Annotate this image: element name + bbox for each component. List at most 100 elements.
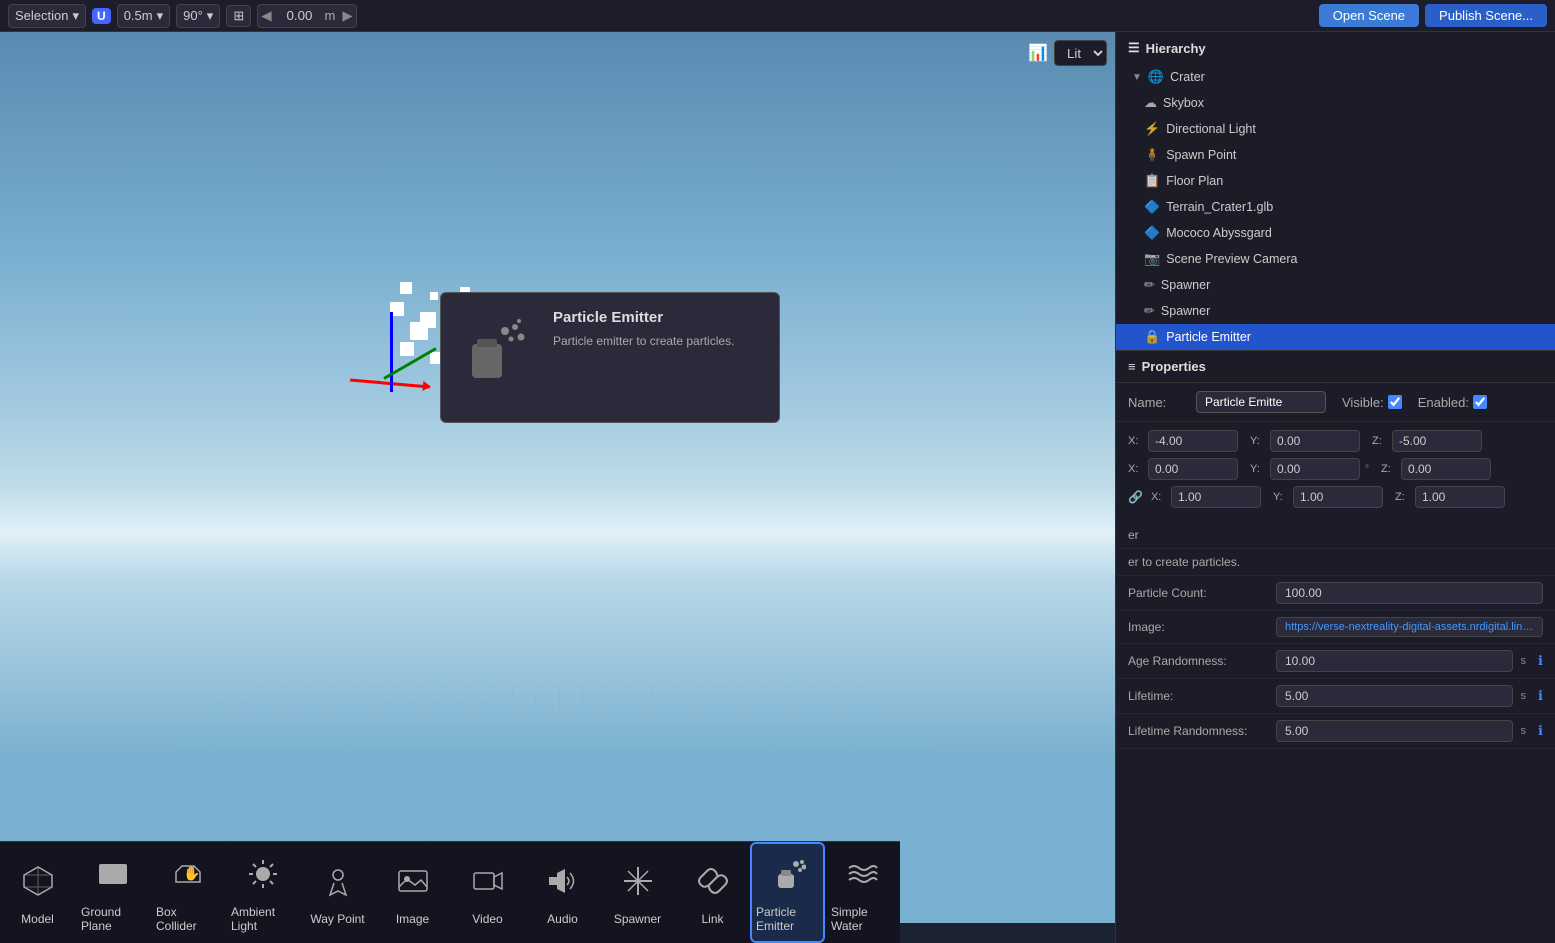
scale-row: 🔗 X: Y: Z: xyxy=(1128,486,1543,508)
tool-palette: ModelGround Plane✋Box ColliderAmbient Li… xyxy=(0,841,900,943)
lifetime-rand-input[interactable] xyxy=(1276,720,1513,742)
hierarchy-item-spawn-point[interactable]: 🧍Spawn Point xyxy=(1116,142,1555,168)
video-icon xyxy=(470,863,506,906)
chart-icon: 📊 xyxy=(1028,43,1048,63)
name-label: Name: xyxy=(1128,395,1188,410)
tooltip-description: Particle emitter to create particles. xyxy=(553,334,734,348)
properties-header: ≡ Properties xyxy=(1116,351,1555,383)
hierarchy-item-skybox[interactable]: ☁Skybox xyxy=(1116,90,1555,116)
viewport-canvas: 📊 Lit xyxy=(0,32,1115,943)
tool-label-way-point: Way Point xyxy=(310,912,364,926)
tool-item-link[interactable]: Link xyxy=(675,842,750,943)
age-rand-input[interactable] xyxy=(1276,650,1513,672)
scale-y-input[interactable] xyxy=(1293,486,1383,508)
selection-dropdown[interactable]: Selection ▾ xyxy=(8,4,86,28)
chevron-down-icon: ▾ xyxy=(207,8,214,24)
pos-x-input[interactable] xyxy=(1148,430,1238,452)
tool-label-audio: Audio xyxy=(547,912,578,926)
grid-value-input[interactable] xyxy=(274,8,324,23)
particle-count-input[interactable] xyxy=(1276,582,1543,604)
audio-icon xyxy=(545,863,581,906)
hierarchy-item-mococo-abyssgard[interactable]: 🔷Mococo Abyssgard xyxy=(1116,220,1555,246)
box-collider-icon: ✋ xyxy=(170,856,206,899)
tool-item-particle-emitter[interactable]: Particle Emitter xyxy=(750,842,825,943)
name-input[interactable] xyxy=(1196,391,1326,413)
hierarchy-item-directional-light[interactable]: ⚡Directional Light xyxy=(1116,116,1555,142)
angle-label: 90° xyxy=(183,8,203,23)
prop-name-row: Name: Visible: Enabled: xyxy=(1116,383,1555,422)
hierarchy-item-particle-emitter[interactable]: 🔒 Particle Emitter xyxy=(1116,324,1555,350)
hierarchy-item-icon: ☁ xyxy=(1144,95,1157,111)
tool-item-simple-water[interactable]: Simple Water xyxy=(825,842,900,943)
lifetime-rand-unit: s xyxy=(1521,725,1527,737)
scale-x-input[interactable] xyxy=(1171,486,1261,508)
hierarchy-item-scene-preview-camera[interactable]: 📷Scene Preview Camera xyxy=(1116,246,1555,272)
viewport[interactable]: 📊 Lit | [Q] Rotate Left | [E] Rotate Rig… xyxy=(0,32,1115,943)
image-input[interactable]: https://verse-nextreality-digital-assets… xyxy=(1276,617,1543,637)
age-rand-row: Age Randomness: s ℹ xyxy=(1116,644,1555,679)
tool-item-audio[interactable]: Audio xyxy=(525,842,600,943)
grid-decrement-button[interactable]: ◀ xyxy=(258,8,274,24)
pos-x-label: X: xyxy=(1128,435,1144,447)
angle-dropdown[interactable]: 90° ▾ xyxy=(176,4,220,28)
tool-item-box-collider[interactable]: ✋Box Collider xyxy=(150,842,225,943)
selection-label: Selection xyxy=(15,8,68,23)
properties-panel: ≡ Properties Name: Visible: Enabled: xyxy=(1116,351,1555,943)
tool-item-video[interactable]: Video xyxy=(450,842,525,943)
toolbar: Selection ▾ U 0.5m ▾ 90° ▾ ⊞ ◀ m ▶ Open … xyxy=(0,0,1555,32)
tool-label-video: Video xyxy=(472,912,502,926)
lifetime-unit: s xyxy=(1521,690,1527,702)
enabled-label: Enabled: xyxy=(1418,395,1469,410)
tool-label-spawner: Spawner xyxy=(614,912,661,926)
publish-scene-button[interactable]: Publish Scene... xyxy=(1425,4,1547,27)
scale-y-label: Y: xyxy=(1273,491,1289,503)
tool-item-ambient-light[interactable]: Ambient Light xyxy=(225,842,300,943)
open-scene-button[interactable]: Open Scene xyxy=(1319,4,1419,27)
hierarchy-item-crater[interactable]: ▼🌐Crater xyxy=(1116,64,1555,90)
tool-label-simple-water: Simple Water xyxy=(831,905,894,933)
hierarchy-item-terrain_crater1.glb[interactable]: 🔷Terrain_Crater1.glb xyxy=(1116,194,1555,220)
lit-dropdown[interactable]: Lit xyxy=(1054,40,1107,66)
rot-x-input[interactable] xyxy=(1148,458,1238,480)
visible-checkbox[interactable] xyxy=(1388,395,1402,409)
rot-y-suffix: ° xyxy=(1365,464,1369,475)
rot-x-label: X: xyxy=(1128,463,1144,475)
age-rand-unit: s xyxy=(1521,655,1527,667)
tool-item-ground-plane[interactable]: Ground Plane xyxy=(75,842,150,943)
tool-item-image[interactable]: Image xyxy=(375,842,450,943)
tooltip-title: Particle Emitter xyxy=(553,309,734,326)
pos-y-input[interactable] xyxy=(1270,430,1360,452)
scale-z-input[interactable] xyxy=(1415,486,1505,508)
tool-item-spawner[interactable]: Spawner xyxy=(600,842,675,943)
collapse-arrow[interactable]: ▼ xyxy=(1132,72,1142,83)
hierarchy-item-icon: 🔒 xyxy=(1144,329,1160,345)
lifetime-label: Lifetime: xyxy=(1128,689,1268,703)
grid-button[interactable]: ⊞ xyxy=(226,5,251,27)
hierarchy-item-spawner[interactable]: ✏Spawner xyxy=(1116,298,1555,324)
hierarchy-item-label: Spawn Point xyxy=(1166,148,1236,162)
distance-label: 0.5m xyxy=(124,8,153,23)
hierarchy-item-label: Particle Emitter xyxy=(1166,330,1251,344)
distance-dropdown[interactable]: 0.5m ▾ xyxy=(117,4,170,28)
spawner-icon xyxy=(620,863,656,906)
grid-increment-button[interactable]: ▶ xyxy=(339,8,355,24)
tool-item-model[interactable]: Model xyxy=(0,842,75,943)
hierarchy-header: ☰ Hierarchy xyxy=(1116,32,1555,64)
hierarchy-item-spawner[interactable]: ✏Spawner xyxy=(1116,272,1555,298)
y-axis-arrow xyxy=(390,312,393,392)
rot-z-input[interactable] xyxy=(1401,458,1491,480)
hierarchy-item-icon: ✏ xyxy=(1144,277,1155,293)
rotation-row: X: Y: ° Z: xyxy=(1128,458,1543,480)
desc-long-text: er to create particles. xyxy=(1128,555,1268,569)
tool-item-way-point[interactable]: Way Point xyxy=(300,842,375,943)
hierarchy-item-label: Terrain_Crater1.glb xyxy=(1166,200,1273,214)
hierarchy-item-label: Directional Light xyxy=(1166,122,1256,136)
hierarchy-item-floor-plan[interactable]: 📋Floor Plan xyxy=(1116,168,1555,194)
enabled-checkbox[interactable] xyxy=(1473,395,1487,409)
image-row: Image: https://verse-nextreality-digital… xyxy=(1116,611,1555,644)
rot-y-input[interactable] xyxy=(1270,458,1360,480)
properties-icon: ≡ xyxy=(1128,359,1136,374)
hierarchy-list: ▼🌐Crater☁Skybox⚡Directional Light🧍Spawn … xyxy=(1116,64,1555,350)
lifetime-input[interactable] xyxy=(1276,685,1513,707)
pos-z-input[interactable] xyxy=(1392,430,1482,452)
